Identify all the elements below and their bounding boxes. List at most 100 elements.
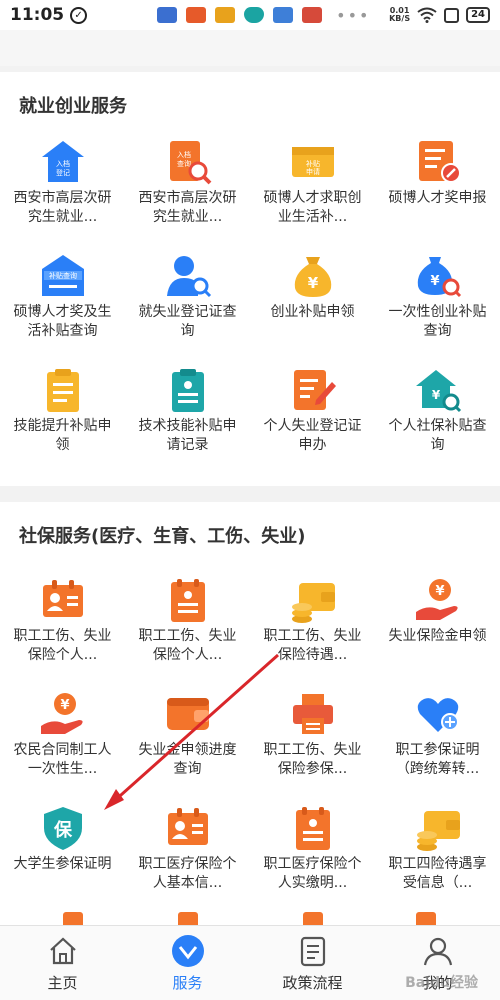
svg-text:申请: 申请 — [306, 167, 320, 176]
service-tile[interactable]: 职工参保证明（跨统筹转... — [375, 689, 500, 803]
wifi-icon — [417, 7, 437, 23]
service-tile[interactable]: 个人失业登记证申办 — [250, 365, 375, 479]
home-icon — [46, 934, 80, 968]
service-grid: 职工工伤、失业保险个人... 职工工伤、失业保险个人... 职工工伤、失业保险待遇.… — [0, 575, 500, 917]
service-tile[interactable]: 职工工伤、失业保险个人... — [125, 575, 250, 689]
service-grid: 入档 登记 西安市高层次研究生就业... 入档 查询 西安市高层次研究生就业... 补贴 申请… — [0, 137, 500, 479]
user-icon — [421, 934, 455, 968]
printer-icon — [288, 689, 338, 739]
svg-text:入档: 入档 — [56, 159, 70, 168]
award-apply-icon — [413, 137, 463, 187]
top-band — [0, 30, 500, 66]
record-list-icon — [163, 365, 213, 415]
service-tile-label: 技能提升补贴申领 — [13, 418, 112, 453]
person-search-icon — [163, 251, 213, 301]
svg-text:入档: 入档 — [177, 150, 191, 159]
service-tile[interactable]: ¥ 失业保险金申领 — [375, 575, 500, 689]
svg-text:¥: ¥ — [60, 698, 69, 713]
service-tile[interactable]: 职工医疗保险个人基本信... — [125, 803, 250, 917]
calendar-app-icon — [273, 7, 294, 23]
watermark: Baidu经验 — [405, 975, 478, 991]
employment-section: 就业创业服务 入档 登记 西安市高层次研究生就业... 入档 查询 西安市高层次研究生就业… — [0, 72, 500, 486]
service-icon — [171, 934, 205, 968]
service-tile[interactable]: 保大学生参保证明 — [0, 803, 125, 917]
service-tile[interactable]: 职工工伤、失业保险个人... — [0, 575, 125, 689]
service-tile[interactable]: 职工工伤、失业保险待遇... — [250, 575, 375, 689]
service-tile-label: 职工工伤、失业保险待遇... — [263, 628, 362, 663]
wallet-coins-icon — [413, 803, 463, 853]
service-tile[interactable]: 就失业登记证查询 — [125, 251, 250, 365]
service-tile[interactable]: 技能提升补贴申领 — [0, 365, 125, 479]
edit-document-icon — [288, 365, 338, 415]
wallet-coins-icon — [288, 575, 338, 625]
service-tile-label: 职工工伤、失业保险个人... — [13, 628, 112, 663]
policy-doc-icon — [296, 934, 330, 968]
svg-text:登记: 登记 — [56, 168, 70, 177]
service-tile[interactable]: 入档 查询西安市高层次研究生就业... — [125, 137, 250, 251]
service-tile[interactable]: 补贴 申请 硕博人才求职创业生活补... — [250, 137, 375, 251]
service-tile-label: 西安市高层次研究生就业... — [138, 190, 237, 225]
service-tile[interactable]: ¥ 创业补贴申领 — [250, 251, 375, 365]
service-tile-label: 失业金申领进度查询 — [138, 742, 237, 777]
subsidy-apply-icon: 补贴 申请 — [288, 137, 338, 187]
service-tile-label: 创业补贴申领 — [270, 304, 355, 320]
service-tile-label: 职工工伤、失业保险参保... — [263, 742, 362, 777]
card-app-icon — [157, 7, 178, 23]
service-tile[interactable]: 补贴查询硕博人才奖及生活补贴查询 — [0, 251, 125, 365]
house-search-icon: ¥ — [413, 365, 463, 415]
service-tile-label: 农民合同制工人一次性生... — [13, 742, 112, 777]
service-tile[interactable]: ¥ 农民合同制工人一次性生... — [0, 689, 125, 803]
subsidy-query-icon: 补贴查询 — [38, 251, 88, 301]
wallet-icon — [163, 689, 213, 739]
svg-text:¥: ¥ — [430, 274, 439, 289]
service-tile-label: 技术技能补贴申请记录 — [138, 418, 237, 453]
service-tile-label: 职工工伤、失业保险个人... — [138, 628, 237, 663]
status-bar: 11:05 ✓ ••• 0.01 KB/S 24 — [0, 0, 500, 30]
service-tile-label: 就失业登记证查询 — [138, 304, 237, 339]
service-tile-label: 职工医疗保险个人实缴明... — [263, 856, 362, 891]
svg-text:查询: 查询 — [177, 159, 191, 168]
service-tile-label: 硕博人才奖及生活补贴查询 — [13, 304, 112, 339]
shield-app-icon — [244, 7, 265, 23]
service-tile[interactable]: 职工医疗保险个人实缴明... — [250, 803, 375, 917]
shield-icon: 保 — [38, 803, 88, 853]
nav-item[interactable]: 服务 — [125, 926, 250, 1000]
nav-label: 政策流程 — [282, 974, 343, 992]
svg-text:补贴: 补贴 — [306, 159, 320, 168]
svg-text:补贴查询: 补贴查询 — [49, 271, 77, 280]
service-tile[interactable]: 硕博人才奖申报 — [375, 137, 500, 251]
partial-row — [0, 912, 500, 925]
section-title: 社保服务(医疗、生育、工伤、失业) — [19, 526, 306, 547]
network-speed: 0.01 KB/S — [389, 6, 411, 23]
social-security-section: 社保服务(医疗、生育、工伤、失业) 职工工伤、失业保险个人... 职工工伤、失业保… — [0, 502, 500, 925]
clipboard-icon — [38, 365, 88, 415]
id-card-icon — [163, 803, 213, 853]
heart-plus-icon — [413, 689, 463, 739]
screen-square-icon — [444, 7, 460, 23]
service-tile[interactable]: ¥ 个人社保补贴查询 — [375, 365, 500, 479]
service-tile[interactable]: 入档 登记西安市高层次研究生就业... — [0, 137, 125, 251]
hand-money-icon: ¥ — [413, 575, 463, 625]
check-circle-icon: ✓ — [70, 6, 88, 24]
service-tile-label: 西安市高层次研究生就业... — [13, 190, 112, 225]
list-card-icon — [288, 803, 338, 853]
svg-text:¥: ¥ — [307, 274, 318, 292]
svg-text:¥: ¥ — [431, 388, 440, 402]
document-app-icon — [302, 7, 323, 23]
nav-label: 主页 — [47, 974, 78, 992]
service-tile[interactable]: 职工四险待遇享受信息（... — [375, 803, 500, 917]
more-dots-icon: ••• — [336, 5, 371, 25]
service-tile[interactable]: 职工工伤、失业保险参保... — [250, 689, 375, 803]
nav-item[interactable]: 主页 — [0, 926, 125, 1000]
service-tile-label: 失业保险金申领 — [388, 628, 487, 644]
nav-item[interactable]: 政策流程 — [250, 926, 375, 1000]
id-card-icon — [38, 575, 88, 625]
service-tile-label: 硕博人才奖申报 — [388, 190, 487, 206]
service-tile-label: 职工参保证明（跨统筹转... — [395, 742, 480, 777]
service-tile[interactable]: 失业金申领进度查询 — [125, 689, 250, 803]
nav-label: 服务 — [172, 974, 203, 992]
service-tile-label: 硕博人才求职创业生活补... — [263, 190, 362, 225]
service-tile[interactable]: ¥ 一次性创业补贴查询 — [375, 251, 500, 365]
service-tile[interactable]: 技术技能补贴申请记录 — [125, 365, 250, 479]
money-bag-search-icon: ¥ — [413, 251, 463, 301]
